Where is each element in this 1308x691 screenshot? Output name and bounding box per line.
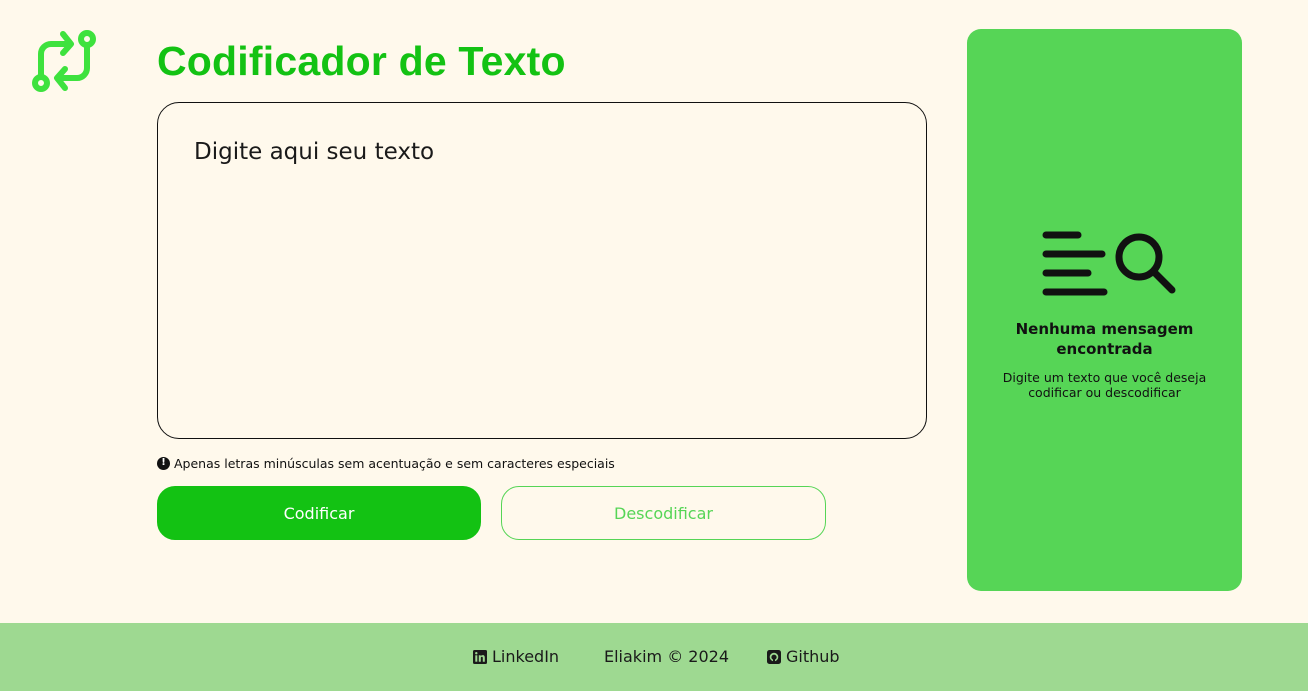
encode-button[interactable]: Codificar: [157, 486, 481, 540]
copyright-text: Eliakim © 2024: [604, 647, 729, 666]
search-list-icon: [1042, 231, 1176, 296]
exclamation-circle-icon: !: [157, 456, 170, 470]
linkedin-link[interactable]: LinkedIn: [473, 647, 559, 666]
github-link[interactable]: Github: [767, 647, 840, 666]
page-title: Codificador de Texto: [157, 38, 566, 84]
output-panel: Nenhuma mensagem encontrada Digite um te…: [967, 29, 1242, 591]
input-notice: ! Apenas letras minúsculas sem acentuaçã…: [157, 455, 615, 471]
panel-title: Nenhuma mensagem encontrada: [1015, 320, 1194, 358]
footer: LinkedIn Eliakim © 2024 Github: [0, 623, 1308, 691]
input-notice-text: Apenas letras minúsculas sem acentuação …: [174, 455, 615, 471]
decode-button[interactable]: Descodificar: [501, 486, 826, 540]
linkedin-label: LinkedIn: [492, 647, 560, 666]
panel-description: Digite um texto que você deseja codifica…: [1002, 370, 1207, 400]
text-input[interactable]: [157, 102, 927, 439]
github-label: Github: [786, 647, 840, 666]
github-icon: [767, 649, 781, 664]
sync-arrows-icon: [32, 30, 96, 92]
linkedin-icon: [473, 649, 487, 664]
